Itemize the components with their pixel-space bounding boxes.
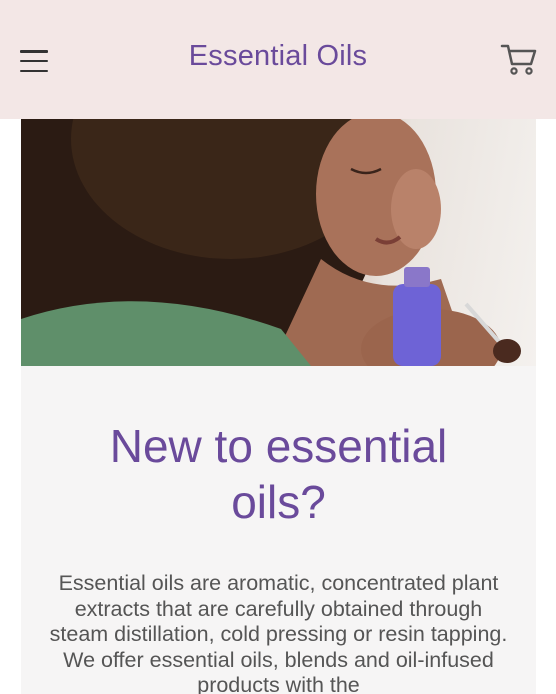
- shopping-cart-icon[interactable]: [500, 42, 538, 76]
- intro-title: New to essential oils?: [109, 420, 448, 528]
- intro-text: Essential oils are aromatic, concentrate…: [49, 571, 508, 694]
- site-header: Essential Oils: [0, 0, 556, 119]
- site-title[interactable]: Essential Oils: [0, 40, 556, 73]
- hero-image: [21, 119, 536, 366]
- intro-card: New to essential oils? Essential oils ar…: [21, 366, 536, 694]
